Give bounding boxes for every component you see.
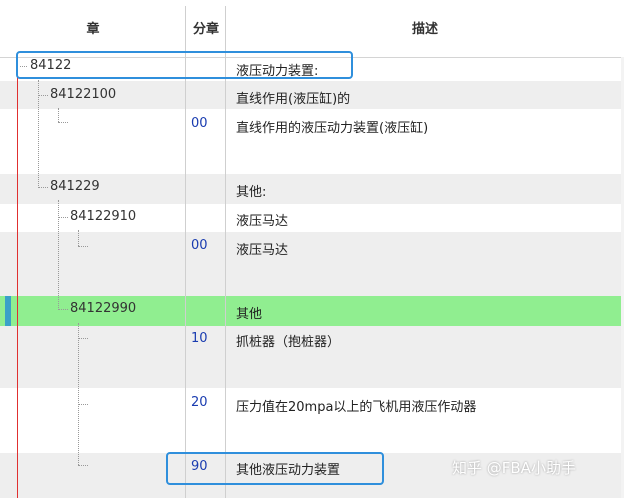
subchapter-code: 00 — [191, 238, 208, 253]
selection-indicator — [5, 296, 11, 326]
column-header-chapter[interactable]: 章 — [0, 0, 186, 57]
tree-connector — [58, 122, 68, 123]
tree-connector — [38, 187, 48, 188]
description-cell: 其他 — [236, 307, 263, 322]
subchapter-code: 20 — [191, 395, 208, 410]
description-cell: 压力值在20mpa以上的飞机用液压作动器 — [236, 400, 477, 415]
description-cell: 液压马达 — [236, 243, 289, 258]
chapter-code: 841229 — [50, 179, 100, 194]
tree-root-line — [17, 57, 18, 498]
description-cell: 液压马达 — [236, 214, 289, 229]
tree-connector — [58, 108, 59, 122]
column-divider — [225, 6, 226, 498]
description-cell: 直线作用(液压缸)的 — [236, 92, 351, 107]
tree-connector — [38, 95, 48, 96]
subchapter-code: 00 — [191, 116, 208, 131]
column-header-subchapter[interactable]: 分章 — [186, 0, 226, 57]
tree-connector — [78, 465, 88, 466]
tree-connector — [78, 230, 79, 246]
chapter-code: 84122990 — [70, 301, 137, 316]
table-row[interactable] — [0, 232, 624, 296]
tree-connector — [78, 338, 88, 339]
subchapter-code: 10 — [191, 331, 208, 346]
tree-connector — [78, 323, 79, 465]
tree-connector — [58, 309, 68, 310]
chapter-code: 84122100 — [50, 87, 117, 102]
chapter-code: 84122910 — [70, 209, 137, 224]
callout-box — [166, 452, 384, 485]
tree-connector — [78, 246, 88, 247]
column-header-description[interactable]: 描述 — [226, 0, 624, 57]
description-cell: 其他: — [236, 185, 267, 200]
callout-box — [16, 51, 353, 79]
tree-connector — [78, 404, 88, 405]
tree-connector — [38, 80, 39, 188]
column-divider — [185, 6, 186, 498]
description-cell: 直线作用的液压动力装置(液压缸) — [236, 121, 429, 136]
description-cell: 抓桩器（抱桩器） — [236, 335, 341, 350]
table-header: 章 分章 描述 — [0, 0, 624, 58]
watermark: 知乎 @FBA小助手 — [452, 459, 576, 477]
tree-connector — [58, 217, 68, 218]
